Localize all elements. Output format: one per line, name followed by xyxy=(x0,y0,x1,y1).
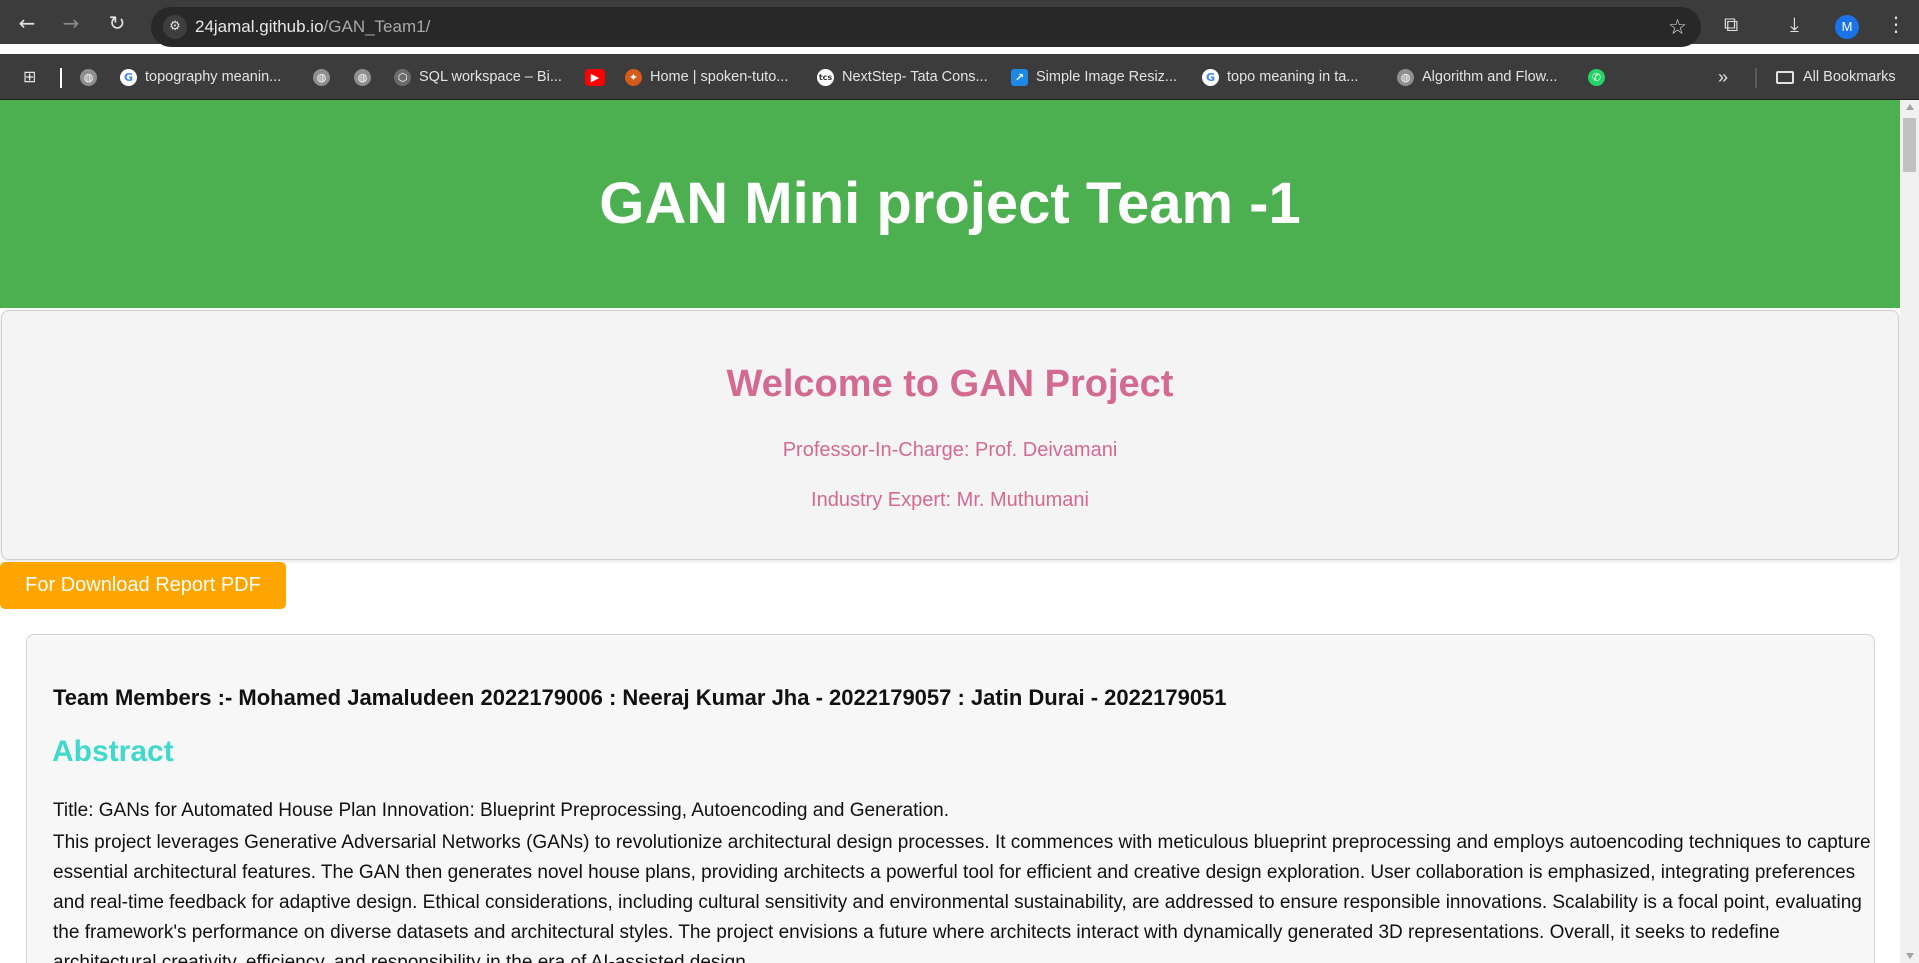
url-text[interactable]: 24jamal.github.io/GAN_Team1/ xyxy=(195,17,430,37)
bookmark-sql-workspace[interactable]: ⬡ SQL workspace – Bi... xyxy=(394,65,562,89)
professor-in-charge: Professor-In-Charge: Prof. Deivamani xyxy=(782,439,1118,461)
bookmark-globe-1[interactable]: ◍ xyxy=(80,65,105,89)
abstract-heading: Abstract xyxy=(52,735,174,768)
scroll-down-arrow-icon[interactable] xyxy=(1906,953,1914,959)
more-menu-icon[interactable]: ⋮ xyxy=(1886,12,1906,36)
bookmark-whatsapp[interactable]: ✆ xyxy=(1588,65,1613,89)
abstract-body: This project leverages Generative Advers… xyxy=(53,832,1871,963)
reload-icon[interactable]: ↻ xyxy=(104,10,130,36)
url-path: /GAN_Team1/ xyxy=(323,17,431,36)
extensions-icon[interactable]: ⧉ xyxy=(1724,12,1738,36)
team-members: Team Members :- Mohamed Jamaludeen 20221… xyxy=(53,685,1227,710)
forward-arrow-icon[interactable]: → xyxy=(58,10,84,36)
globe-icon: ◍ xyxy=(354,68,371,86)
bookmark-topo-meaning[interactable]: Gtopo meaning in ta... xyxy=(1202,65,1358,89)
youtube-icon: ▶ xyxy=(585,68,605,86)
bookmark-separator xyxy=(1755,68,1757,88)
bookmark-label: SQL workspace – Bi... xyxy=(419,69,562,85)
all-bookmarks-label: All Bookmarks xyxy=(1803,69,1896,85)
bookmark-image-resizer[interactable]: ↗ Simple Image Resiz... xyxy=(1011,65,1177,89)
bookmark-label: Home | spoken-tuto... xyxy=(650,69,789,85)
image-resizer-icon: ↗ xyxy=(1011,68,1028,86)
bookmark-spoken-tutorial[interactable]: ✦ Home | spoken-tuto... xyxy=(625,65,788,89)
all-bookmarks-button[interactable]: All Bookmarks xyxy=(1776,65,1896,89)
hero-banner: GAN Mini project Team -1 xyxy=(0,100,1900,308)
apps-grid-icon[interactable]: ⊞ xyxy=(23,68,41,86)
spoken-tutorial-icon: ✦ xyxy=(625,68,642,86)
bookmark-label: NextStep- Tata Cons... xyxy=(842,69,988,85)
bookmark-algorithm-flow[interactable]: ◍ Algorithm and Flow... xyxy=(1397,65,1557,89)
tcs-icon: tcs xyxy=(817,68,834,86)
bookmarks-bar: ⊞ ◍ Gtopography meanin... ◍ ◍ ⬡ SQL works… xyxy=(0,54,1919,100)
welcome-card: Welcome to GAN Project Professor-In-Char… xyxy=(1,310,1899,560)
abstract-title: Title: GANs for Automated House Plan Inn… xyxy=(53,800,949,821)
folder-icon xyxy=(1776,70,1794,84)
whatsapp-icon: ✆ xyxy=(1588,68,1605,86)
bookmark-star-icon[interactable]: ☆ xyxy=(1668,15,1687,39)
bookmark-topography[interactable]: Gtopography meanin... xyxy=(120,65,281,89)
abstract-card: Team Members :- Mohamed Jamaludeen 20221… xyxy=(26,634,1875,963)
globe-icon: ◍ xyxy=(1397,68,1414,86)
bookmark-label: Simple Image Resiz... xyxy=(1036,69,1178,85)
url-host: 24jamal.github.io xyxy=(195,17,324,36)
bookmark-globe-3[interactable]: ◍ xyxy=(354,65,379,89)
address-bar[interactable]: ⚙ 24jamal.github.io/GAN_Team1/ ☆ xyxy=(151,7,1701,47)
bookmark-globe-2[interactable]: ◍ xyxy=(313,65,338,89)
profile-avatar[interactable]: M xyxy=(1835,15,1859,39)
scroll-up-arrow-icon[interactable] xyxy=(1906,104,1914,110)
google-icon: G xyxy=(120,68,137,86)
bookmark-youtube[interactable]: ▶ xyxy=(585,65,613,89)
download-icon[interactable]: ⤓ xyxy=(1790,12,1799,36)
google-icon: G xyxy=(1202,68,1219,86)
bookmark-nextstep-tcs[interactable]: tcs NextStep- Tata Cons... xyxy=(817,65,988,89)
site-info-icon[interactable]: ⚙ xyxy=(163,15,187,39)
download-report-button[interactable]: For Download Report PDF xyxy=(0,562,286,609)
page-viewport: GAN Mini project Team -1 Welcome to GAN … xyxy=(0,100,1900,963)
industry-expert: Industry Expert: Mr. Muthumani xyxy=(811,489,1089,511)
globe-icon: ◍ xyxy=(80,68,97,86)
bookmark-label: Algorithm and Flow... xyxy=(1422,69,1558,85)
bookmark-label: topo meaning in ta... xyxy=(1227,69,1359,85)
page-scrollbar[interactable] xyxy=(1900,100,1919,963)
browser-toolbar: ← → ↻ ⚙ 24jamal.github.io/GAN_Team1/ ☆ ⧉… xyxy=(0,0,1919,47)
hero-title: GAN Mini project Team -1 xyxy=(599,171,1301,236)
sql-workspace-icon: ⬡ xyxy=(394,68,411,86)
welcome-title: Welcome to GAN Project xyxy=(726,363,1174,405)
bookmark-separator xyxy=(60,68,62,88)
bookmarks-overflow-icon[interactable]: » xyxy=(1718,65,1728,89)
bookmark-label: topography meanin... xyxy=(145,69,282,85)
scrollbar-thumb[interactable] xyxy=(1903,118,1916,172)
back-arrow-icon[interactable]: ← xyxy=(14,10,40,36)
globe-icon: ◍ xyxy=(313,68,330,86)
